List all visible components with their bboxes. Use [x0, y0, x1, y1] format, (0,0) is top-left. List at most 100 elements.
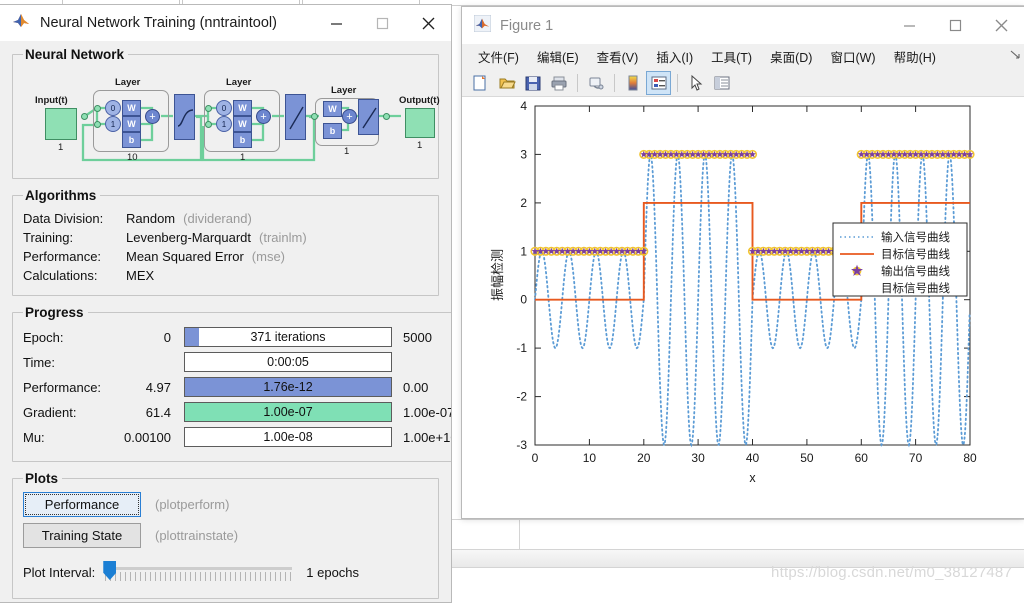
nntraintool-body: Neural Network Input(t) 1 Layer 0 1 W W … — [0, 41, 451, 602]
progress-bar-time: 0:00:05 — [184, 352, 392, 372]
plot-interval-label: Plot Interval: — [23, 564, 96, 580]
menu-item-window[interactable]: 窗口(W) — [821, 45, 884, 68]
progress-group: Progress Epoch: 0 371 iterations 5000 Ti… — [12, 305, 451, 462]
open-file-icon[interactable] — [494, 71, 519, 95]
menu-item-view[interactable]: 查看(V) — [588, 45, 648, 68]
progress-end-value: 1.00e-07 — [403, 404, 451, 420]
minimize-button[interactable] — [886, 8, 932, 44]
nntraintool-titlebar: Neural Network Training (nntraintool) — [0, 5, 451, 41]
chart-legend[interactable]: 输入信号曲线 目标信号曲线 输出信号曲线 目标信号曲线 — [832, 222, 968, 297]
close-button[interactable] — [978, 8, 1024, 44]
figure-window: Figure 1 文件(F) 编辑(E) 查看(V) 插入(I) 工具(T) 桌… — [461, 6, 1024, 519]
y-tick-label: -1 — [516, 341, 527, 355]
algorithm-function: (trainlm) — [259, 230, 307, 245]
layer-1-transfer-icon — [174, 94, 195, 140]
matlab-icon — [473, 14, 492, 37]
progress-row-gradient: Gradient: 61.4 1.00e-07 1.00e-07 — [23, 401, 451, 423]
progress-row-mu: Mu: 0.00100 1.00e-08 1.00e+10 — [23, 426, 451, 448]
progress-end-value: 5000 — [403, 329, 432, 345]
output-size: 1 — [417, 140, 423, 151]
layer-2-delay-0: 0 — [216, 100, 232, 116]
layer-2-size: 1 — [240, 152, 246, 163]
training-state-plot-function: (plottrainstate) — [155, 528, 239, 543]
progress-legend: Progress — [25, 305, 84, 320]
y-tick-label: 3 — [520, 147, 527, 161]
new-figure-icon[interactable] — [468, 71, 493, 95]
y-tick-label: 4 — [520, 99, 527, 113]
layer-2-weight-1: W — [233, 116, 252, 132]
layer-2-bias: b — [233, 132, 252, 148]
figure-titlebar: Figure 1 — [462, 7, 1024, 44]
neural-network-group: Neural Network Input(t) 1 Layer 0 1 W W … — [12, 47, 440, 179]
algorithm-key: Data Division: — [23, 211, 104, 226]
input-size: 1 — [58, 142, 64, 153]
x-tick-label: 60 — [855, 451, 869, 465]
x-tick-label: 10 — [583, 451, 597, 465]
x-tick-label: 80 — [963, 451, 977, 465]
progress-row-time: Time: 0:00:05 — [23, 351, 451, 373]
pointer-icon[interactable] — [683, 71, 708, 95]
menu-item-desktop[interactable]: 桌面(D) — [761, 45, 821, 68]
minimize-button[interactable] — [313, 5, 359, 41]
plots-legend: Plots — [25, 471, 59, 486]
x-tick-label: 40 — [746, 451, 760, 465]
y-tick-label: 1 — [520, 244, 527, 258]
output-node — [383, 113, 390, 120]
algorithm-key: Training: — [23, 230, 74, 245]
progress-start-value: 61.4 — [145, 404, 171, 420]
layer-2-label: Layer — [226, 77, 252, 88]
input-block — [45, 108, 77, 140]
algorithm-function: (mse) — [251, 249, 285, 264]
layer-3-sum-icon: + — [342, 109, 357, 124]
plot-interval-value: 1 epochs — [306, 564, 360, 580]
layer-1-weight-1: W — [122, 116, 141, 132]
plot-interval-slider[interactable] — [103, 560, 293, 584]
legend-label-target-marker: 目标信号曲线 — [881, 281, 950, 295]
menu-item-insert[interactable]: 插入(I) — [647, 45, 702, 68]
maximize-button[interactable] — [359, 5, 405, 41]
menu-item-help[interactable]: 帮助(H) — [885, 45, 945, 68]
progress-bar-text: 1.00e-08 — [263, 430, 313, 444]
training-state-plot-button[interactable]: Training State — [23, 523, 141, 548]
progress-key: Time: — [23, 354, 56, 370]
save-figure-icon[interactable] — [520, 71, 545, 95]
progress-row-epoch: Epoch: 0 371 iterations 5000 — [23, 326, 451, 348]
colorbar-icon[interactable] — [620, 71, 645, 95]
layer-1-in-node-0 — [94, 105, 101, 112]
layer-3-in-node — [311, 113, 318, 120]
algorithm-key: Performance: — [23, 249, 102, 264]
print-icon[interactable] — [546, 71, 571, 95]
x-tick-label: 0 — [532, 451, 539, 465]
progress-start-value: 0 — [163, 329, 171, 345]
menu-item-file[interactable]: 文件(F) — [469, 45, 528, 68]
resize-corner-icon[interactable] — [1010, 49, 1021, 63]
menu-item-tools[interactable]: 工具(T) — [702, 45, 761, 68]
layer-2-in-node-1 — [205, 121, 212, 128]
figure-title: Figure 1 — [500, 17, 554, 34]
y-tick-label: 2 — [520, 196, 527, 210]
layer-3-label: Layer — [331, 85, 357, 96]
output-label: Output(t) — [399, 95, 440, 106]
property-inspector-icon[interactable] — [709, 71, 734, 95]
x-tick-label: 50 — [800, 451, 814, 465]
progress-bar-text: 1.00e-07 — [263, 405, 313, 419]
algorithm-key: Calculations: — [23, 268, 98, 283]
performance-plot-button[interactable]: Performance — [23, 492, 141, 517]
toolbar-separator — [577, 73, 578, 92]
legend-icon[interactable] — [646, 70, 671, 95]
progress-bar-text: 0:00:05 — [267, 355, 309, 369]
menu-item-edit[interactable]: 编辑(E) — [528, 45, 588, 68]
algorithm-value: MEX — [126, 268, 155, 283]
layer-1-weight-0: W — [122, 100, 141, 116]
link-plot-icon[interactable] — [583, 71, 608, 95]
y-tick-label: -3 — [516, 438, 527, 452]
layer-1-delay-0: 0 — [105, 100, 121, 116]
progress-key: Mu: — [23, 429, 45, 445]
progress-bar-text: 371 iterations — [250, 330, 326, 344]
progress-bar-gradient: 1.00e-07 — [184, 402, 392, 422]
close-button[interactable] — [405, 5, 451, 41]
figure-canvas: 4 3 2 1 0 -1 -2 -3 0 10 20 30 40 50 60 7… — [462, 97, 1024, 518]
maximize-button[interactable] — [932, 8, 978, 44]
algorithm-value: Mean Squared Error — [126, 249, 244, 264]
progress-key: Epoch: — [23, 329, 64, 345]
